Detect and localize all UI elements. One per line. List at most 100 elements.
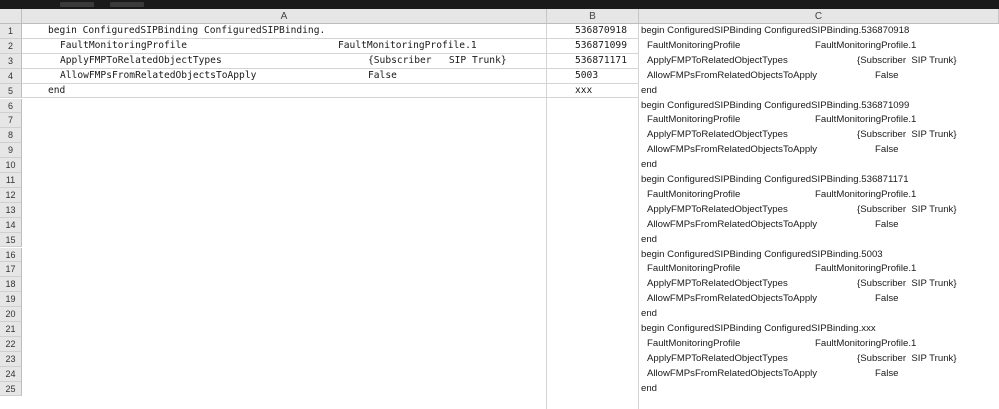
- row-header[interactable]: 4: [0, 68, 22, 84]
- cell-a[interactable]: [22, 382, 547, 397]
- cell-c[interactable]: ApplyFMPToRelatedObjectTypes {Subscriber …: [639, 128, 999, 143]
- cell-a[interactable]: [22, 128, 547, 143]
- cell-a[interactable]: [22, 143, 547, 158]
- row-header[interactable]: 13: [0, 202, 22, 218]
- cell-b[interactable]: [547, 277, 639, 292]
- cell-a[interactable]: FaultMonitoringProfile FaultMonitoringPro…: [22, 38, 547, 54]
- cell-c[interactable]: AllowFMPsFromRelatedObjectsToApply False: [639, 143, 999, 158]
- cell-b[interactable]: [547, 218, 639, 233]
- row-header[interactable]: 12: [0, 187, 22, 203]
- cell-a[interactable]: [22, 277, 547, 292]
- cell-a[interactable]: ApplyFMPToRelatedObjectTypes {Subscriber …: [22, 53, 547, 69]
- row-header[interactable]: 10: [0, 158, 22, 173]
- cell-c[interactable]: AllowFMPsFromRelatedObjectsToApply False: [639, 218, 999, 233]
- row-header[interactable]: 6: [0, 98, 22, 114]
- cell-a[interactable]: [22, 233, 547, 248]
- cell-a[interactable]: [22, 113, 547, 128]
- cell-b[interactable]: [547, 367, 639, 382]
- cell-c[interactable]: ApplyFMPToRelatedObjectTypes {Subscriber …: [639, 203, 999, 218]
- cell-b[interactable]: [547, 113, 639, 128]
- cell-a[interactable]: [22, 203, 547, 218]
- cell-b[interactable]: [547, 292, 639, 307]
- cell-c[interactable]: begin ConfiguredSIPBinding ConfiguredSIP…: [639, 173, 999, 188]
- cell-b[interactable]: [547, 262, 639, 277]
- cell-a[interactable]: [22, 292, 547, 307]
- cell-c[interactable]: end: [639, 307, 999, 322]
- cell-a[interactable]: [22, 173, 547, 188]
- cell-b[interactable]: [547, 233, 639, 248]
- cell-c[interactable]: begin ConfiguredSIPBinding ConfiguredSIP…: [639, 322, 999, 337]
- cell-c[interactable]: end: [639, 382, 999, 397]
- cell-c[interactable]: end: [639, 84, 999, 99]
- row-header[interactable]: 11: [0, 173, 22, 188]
- row-header[interactable]: 2: [0, 38, 22, 54]
- cell-c[interactable]: AllowFMPsFromRelatedObjectsToApply False: [639, 69, 999, 84]
- row-header[interactable]: 19: [0, 292, 22, 308]
- column-header-b[interactable]: B: [547, 9, 639, 24]
- cell-a[interactable]: [22, 99, 547, 114]
- cell-a[interactable]: [22, 188, 547, 203]
- cell-b[interactable]: [547, 307, 639, 322]
- cell-c[interactable]: ApplyFMPToRelatedObjectTypes {Subscriber …: [639, 54, 999, 69]
- cell-b[interactable]: [547, 203, 639, 218]
- cell-b[interactable]: 536871099: [547, 38, 639, 54]
- row-header[interactable]: 1: [0, 24, 22, 39]
- cell-b[interactable]: [547, 188, 639, 203]
- cell-b[interactable]: [547, 322, 639, 337]
- row-header[interactable]: 21: [0, 322, 22, 337]
- row-header[interactable]: 14: [0, 217, 22, 233]
- row-header[interactable]: 24: [0, 366, 22, 382]
- cell-a[interactable]: [22, 158, 547, 173]
- cell-c[interactable]: FaultMonitoringProfile FaultMonitoringPro…: [639, 113, 999, 128]
- cell-a[interactable]: [22, 248, 547, 263]
- row-header[interactable]: 3: [0, 53, 22, 69]
- cell-c[interactable]: FaultMonitoringProfile FaultMonitoringPro…: [639, 262, 999, 277]
- cell-c[interactable]: FaultMonitoringProfile FaultMonitoringPro…: [639, 188, 999, 203]
- cell-c[interactable]: begin ConfiguredSIPBinding ConfiguredSIP…: [639, 99, 999, 114]
- cell-c[interactable]: begin ConfiguredSIPBinding ConfiguredSIP…: [639, 24, 999, 39]
- row-header[interactable]: 25: [0, 381, 22, 397]
- cell-a[interactable]: [22, 367, 547, 382]
- cell-a[interactable]: [22, 307, 547, 322]
- cell-b[interactable]: [547, 382, 639, 397]
- cell-b[interactable]: [547, 128, 639, 143]
- cell-b[interactable]: xxx: [547, 83, 639, 99]
- cell-b[interactable]: [547, 99, 639, 114]
- cell-c[interactable]: end: [639, 158, 999, 173]
- cell-c[interactable]: begin ConfiguredSIPBinding ConfiguredSIP…: [639, 248, 999, 263]
- cell-a[interactable]: begin ConfiguredSIPBinding ConfiguredSIP…: [22, 24, 547, 39]
- cell-b[interactable]: 536871171: [547, 53, 639, 69]
- cell-c[interactable]: FaultMonitoringProfile FaultMonitoringPro…: [639, 39, 999, 54]
- cell-b[interactable]: [547, 337, 639, 352]
- cell-c[interactable]: AllowFMPsFromRelatedObjectsToApply False: [639, 367, 999, 382]
- row-header[interactable]: 16: [0, 247, 22, 263]
- column-header-a[interactable]: A: [22, 9, 547, 24]
- cell-c[interactable]: ApplyFMPToRelatedObjectTypes {Subscriber …: [639, 277, 999, 292]
- cell-b[interactable]: 5003: [547, 68, 639, 84]
- cell-a[interactable]: [22, 218, 547, 233]
- cell-b[interactable]: 536870918: [547, 24, 639, 39]
- row-header[interactable]: 8: [0, 128, 22, 144]
- row-header[interactable]: 20: [0, 307, 22, 322]
- row-header[interactable]: 9: [0, 143, 22, 159]
- cell-a[interactable]: [22, 352, 547, 367]
- row-header[interactable]: 7: [0, 113, 22, 129]
- row-header[interactable]: 15: [0, 232, 22, 248]
- row-header[interactable]: 17: [0, 262, 22, 278]
- row-header[interactable]: 18: [0, 277, 22, 293]
- cell-c[interactable]: ApplyFMPToRelatedObjectTypes {Subscriber …: [639, 352, 999, 367]
- row-header[interactable]: 5: [0, 83, 22, 99]
- cell-b[interactable]: [547, 158, 639, 173]
- cell-a[interactable]: [22, 262, 547, 277]
- cell-b[interactable]: [547, 173, 639, 188]
- cell-c[interactable]: FaultMonitoringProfile FaultMonitoringPro…: [639, 337, 999, 352]
- cell-c[interactable]: AllowFMPsFromRelatedObjectsToApply False: [639, 292, 999, 307]
- column-header-c[interactable]: C: [639, 9, 999, 24]
- cell-b[interactable]: [547, 352, 639, 367]
- cell-b[interactable]: [547, 248, 639, 263]
- cell-a[interactable]: [22, 337, 547, 352]
- cell-a[interactable]: [22, 322, 547, 337]
- cell-c[interactable]: end: [639, 233, 999, 248]
- row-header[interactable]: 23: [0, 351, 22, 367]
- cell-b[interactable]: [547, 143, 639, 158]
